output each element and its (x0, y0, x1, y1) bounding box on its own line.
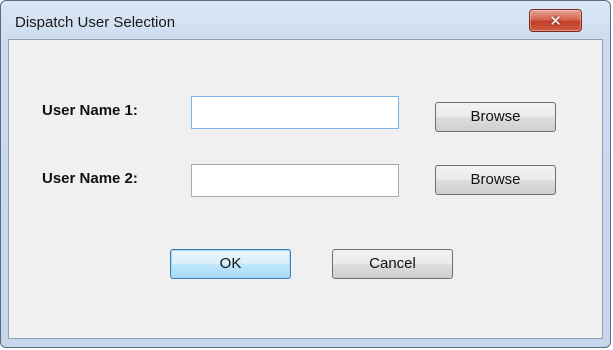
user-name-2-label: User Name 2: (42, 170, 138, 187)
user-name-1-label: User Name 1: (42, 102, 138, 119)
cancel-button[interactable]: Cancel (332, 249, 453, 279)
close-icon: ✕ (549, 12, 562, 30)
window-title: Dispatch User Selection (15, 14, 176, 31)
title-bar[interactable]: Dispatch User Selection ✕ (1, 1, 610, 39)
close-button[interactable]: ✕ (529, 9, 582, 32)
browse-user-1-button[interactable]: Browse (435, 102, 556, 132)
user-name-1-input[interactable] (191, 96, 399, 129)
browse-user-2-button[interactable]: Browse (435, 165, 556, 195)
user-name-2-input[interactable] (191, 164, 399, 197)
dialog-body: User Name 1: Browse User Name 2: Browse … (8, 39, 603, 339)
ok-button[interactable]: OK (170, 249, 291, 279)
dialog-window: Dispatch User Selection ✕ User Name 1: B… (0, 0, 611, 348)
